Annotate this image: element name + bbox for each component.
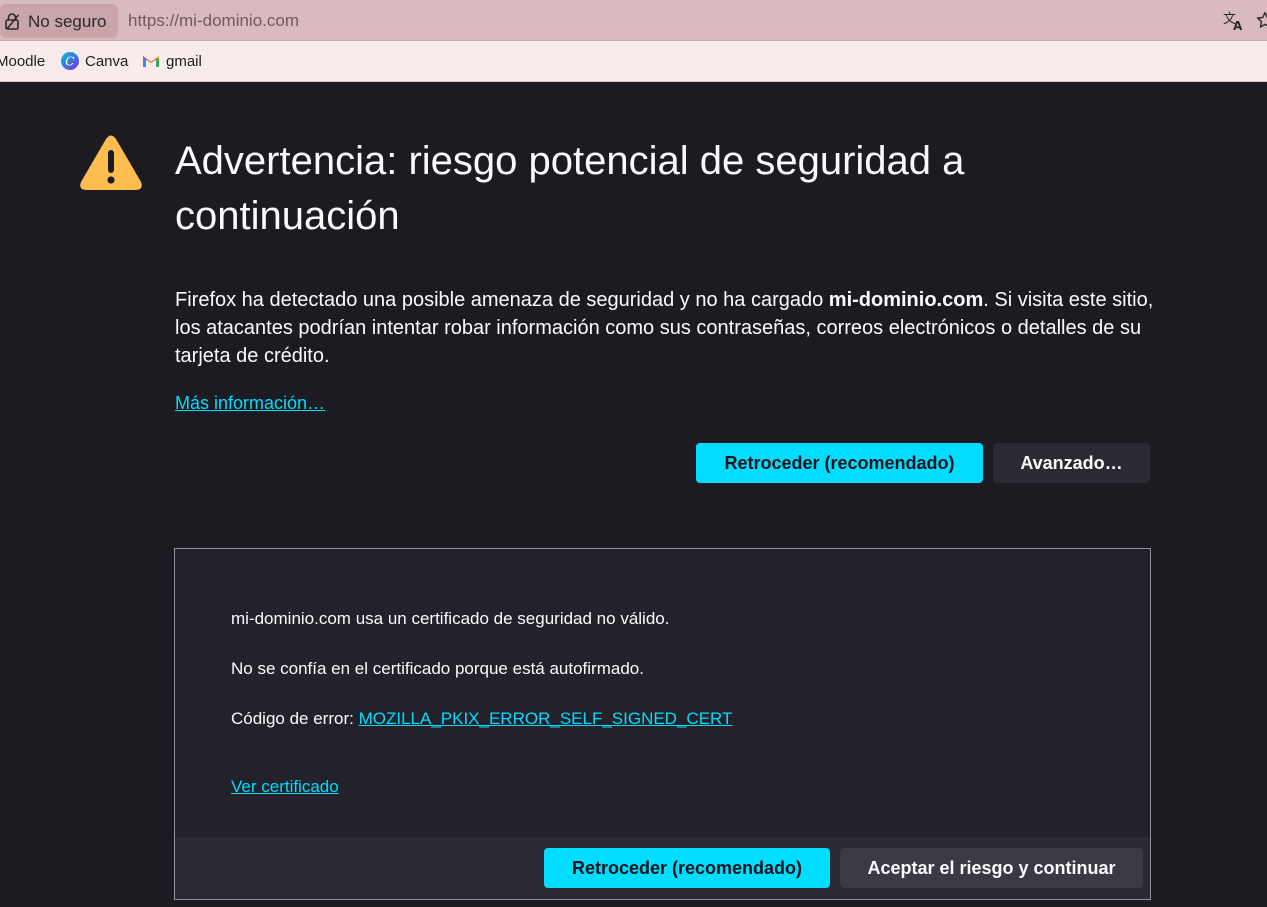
bookmark-canva[interactable]: C Canva	[61, 41, 128, 81]
url-input[interactable]: https://mi-dominio.com	[128, 11, 299, 31]
error-code-link[interactable]: MOZILLA_PKIX_ERROR_SELF_SIGNED_CERT	[359, 709, 733, 728]
error-code-line: Código de error: MOZILLA_PKIX_ERROR_SELF…	[231, 709, 732, 729]
error-code-label: Código de error:	[231, 709, 359, 728]
warning-icon	[80, 135, 142, 190]
learn-more-link[interactable]: Más información…	[175, 393, 325, 414]
security-label: No seguro	[28, 12, 107, 31]
svg-text:C: C	[65, 55, 74, 69]
url-bar: No seguro https://mi-dominio.com 文 A	[0, 0, 1267, 41]
advanced-panel: mi-dominio.com usa un certificado de seg…	[174, 548, 1151, 900]
invalid-certificate-text: mi-dominio.com usa un certificado de seg…	[231, 609, 670, 628]
go-back-button[interactable]: Retroceder (recomendado)	[696, 443, 983, 483]
bookmark-gmail[interactable]: gmail	[142, 41, 202, 81]
site-security-button[interactable]: No seguro	[0, 4, 118, 38]
advanced-go-back-button[interactable]: Retroceder (recomendado)	[544, 848, 830, 888]
advanced-button[interactable]: Avanzado…	[993, 443, 1150, 483]
canva-icon: C	[61, 52, 79, 70]
page-title: Advertencia: riesgo potencial de segurid…	[175, 139, 965, 238]
intro-text-before: Firefox ha detectado una posible amenaza…	[175, 289, 829, 311]
view-certificate-link[interactable]: Ver certificado	[231, 777, 339, 797]
warning-description: Firefox ha detectado una posible amenaza…	[175, 286, 1165, 370]
star-icon[interactable]	[1256, 11, 1267, 29]
bookmark-moodle[interactable]: Moodle	[0, 41, 45, 81]
advanced-panel-footer: Retroceder (recomendado) Aceptar el ries…	[175, 837, 1150, 899]
blocked-domain: mi-dominio.com	[828, 289, 984, 311]
svg-text:A: A	[1233, 19, 1243, 32]
gmail-icon	[143, 56, 159, 67]
self-signed-text: No se confía en el certificado porque es…	[231, 659, 644, 678]
bookmarks-toolbar: Moodle C Canva gmail	[0, 41, 1267, 82]
accept-risk-button[interactable]: Aceptar el riesgo y continuar	[840, 848, 1143, 888]
bookmark-label: gmail	[166, 52, 202, 70]
bookmark-label: Canva	[85, 52, 129, 70]
translate-icon[interactable]: 文 A	[1222, 10, 1246, 32]
lock-warning-icon	[5, 13, 20, 30]
bookmark-label: Moodle	[0, 52, 46, 70]
